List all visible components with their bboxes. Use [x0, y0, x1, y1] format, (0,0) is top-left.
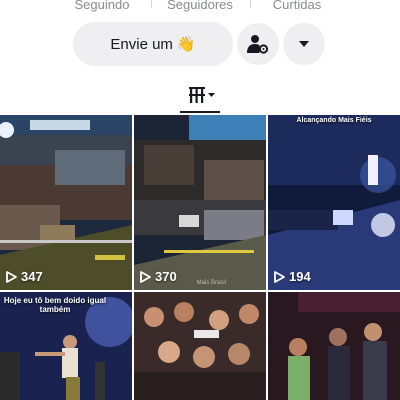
concert-stage-image — [268, 115, 400, 290]
view-count-value: 347 — [21, 269, 43, 284]
video-thumbnail[interactable]: 370 Mais Brasil — [134, 115, 266, 290]
crowd-image — [268, 292, 400, 400]
content-tab-bar — [0, 80, 400, 115]
tab-videos[interactable] — [186, 84, 220, 106]
profile-actions: Envie um 👋 — [0, 22, 400, 68]
video-thumbnail[interactable]: 347 — [0, 115, 132, 290]
watermark-text: Mais Brasil — [196, 280, 226, 286]
wave-emoji: 👋 — [176, 36, 196, 53]
likes-label: Curtidas — [272, 0, 322, 12]
concert-crowd-image — [134, 115, 266, 290]
video-thumbnail[interactable]: Alcançando Mais Fiéis 194 — [268, 115, 400, 290]
concert-crowd-image — [0, 115, 132, 290]
view-count: 370 — [140, 269, 177, 284]
video-caption: Hoje eu tô bem doido igual também — [3, 296, 107, 315]
active-tab-indicator — [180, 111, 220, 113]
message-button-label: Envie um — [110, 35, 173, 53]
profile-stats-row: Seguindo Seguidores Curtidas — [0, 0, 400, 16]
suggested-accounts-button[interactable] — [237, 23, 279, 65]
person-gear-icon — [247, 35, 269, 54]
more-options-button[interactable] — [283, 23, 325, 65]
video-thumbnail[interactable] — [134, 292, 266, 400]
grid-icon — [189, 87, 215, 103]
view-count-value: 194 — [289, 269, 311, 284]
caret-down-icon — [299, 41, 309, 47]
video-thumbnail[interactable] — [268, 292, 400, 400]
followers-label[interactable]: Seguidores — [145, 0, 255, 12]
video-grid: 347 370 Mais Brasil Alcançando Mais Fiéi… — [0, 115, 400, 400]
message-button[interactable]: Envie um 👋 — [73, 22, 233, 66]
play-icon — [140, 270, 151, 283]
play-icon — [274, 270, 285, 283]
video-caption: Alcançando Mais Fiéis — [296, 117, 372, 124]
view-count: 347 — [6, 269, 43, 284]
play-icon — [6, 270, 17, 283]
view-count-value: 370 — [155, 269, 177, 284]
view-count: 194 — [274, 269, 311, 284]
video-thumbnail[interactable]: Hoje eu tô bem doido igual também — [0, 292, 132, 400]
following-label[interactable]: Seguindo — [47, 0, 157, 12]
crowd-image — [134, 292, 266, 400]
